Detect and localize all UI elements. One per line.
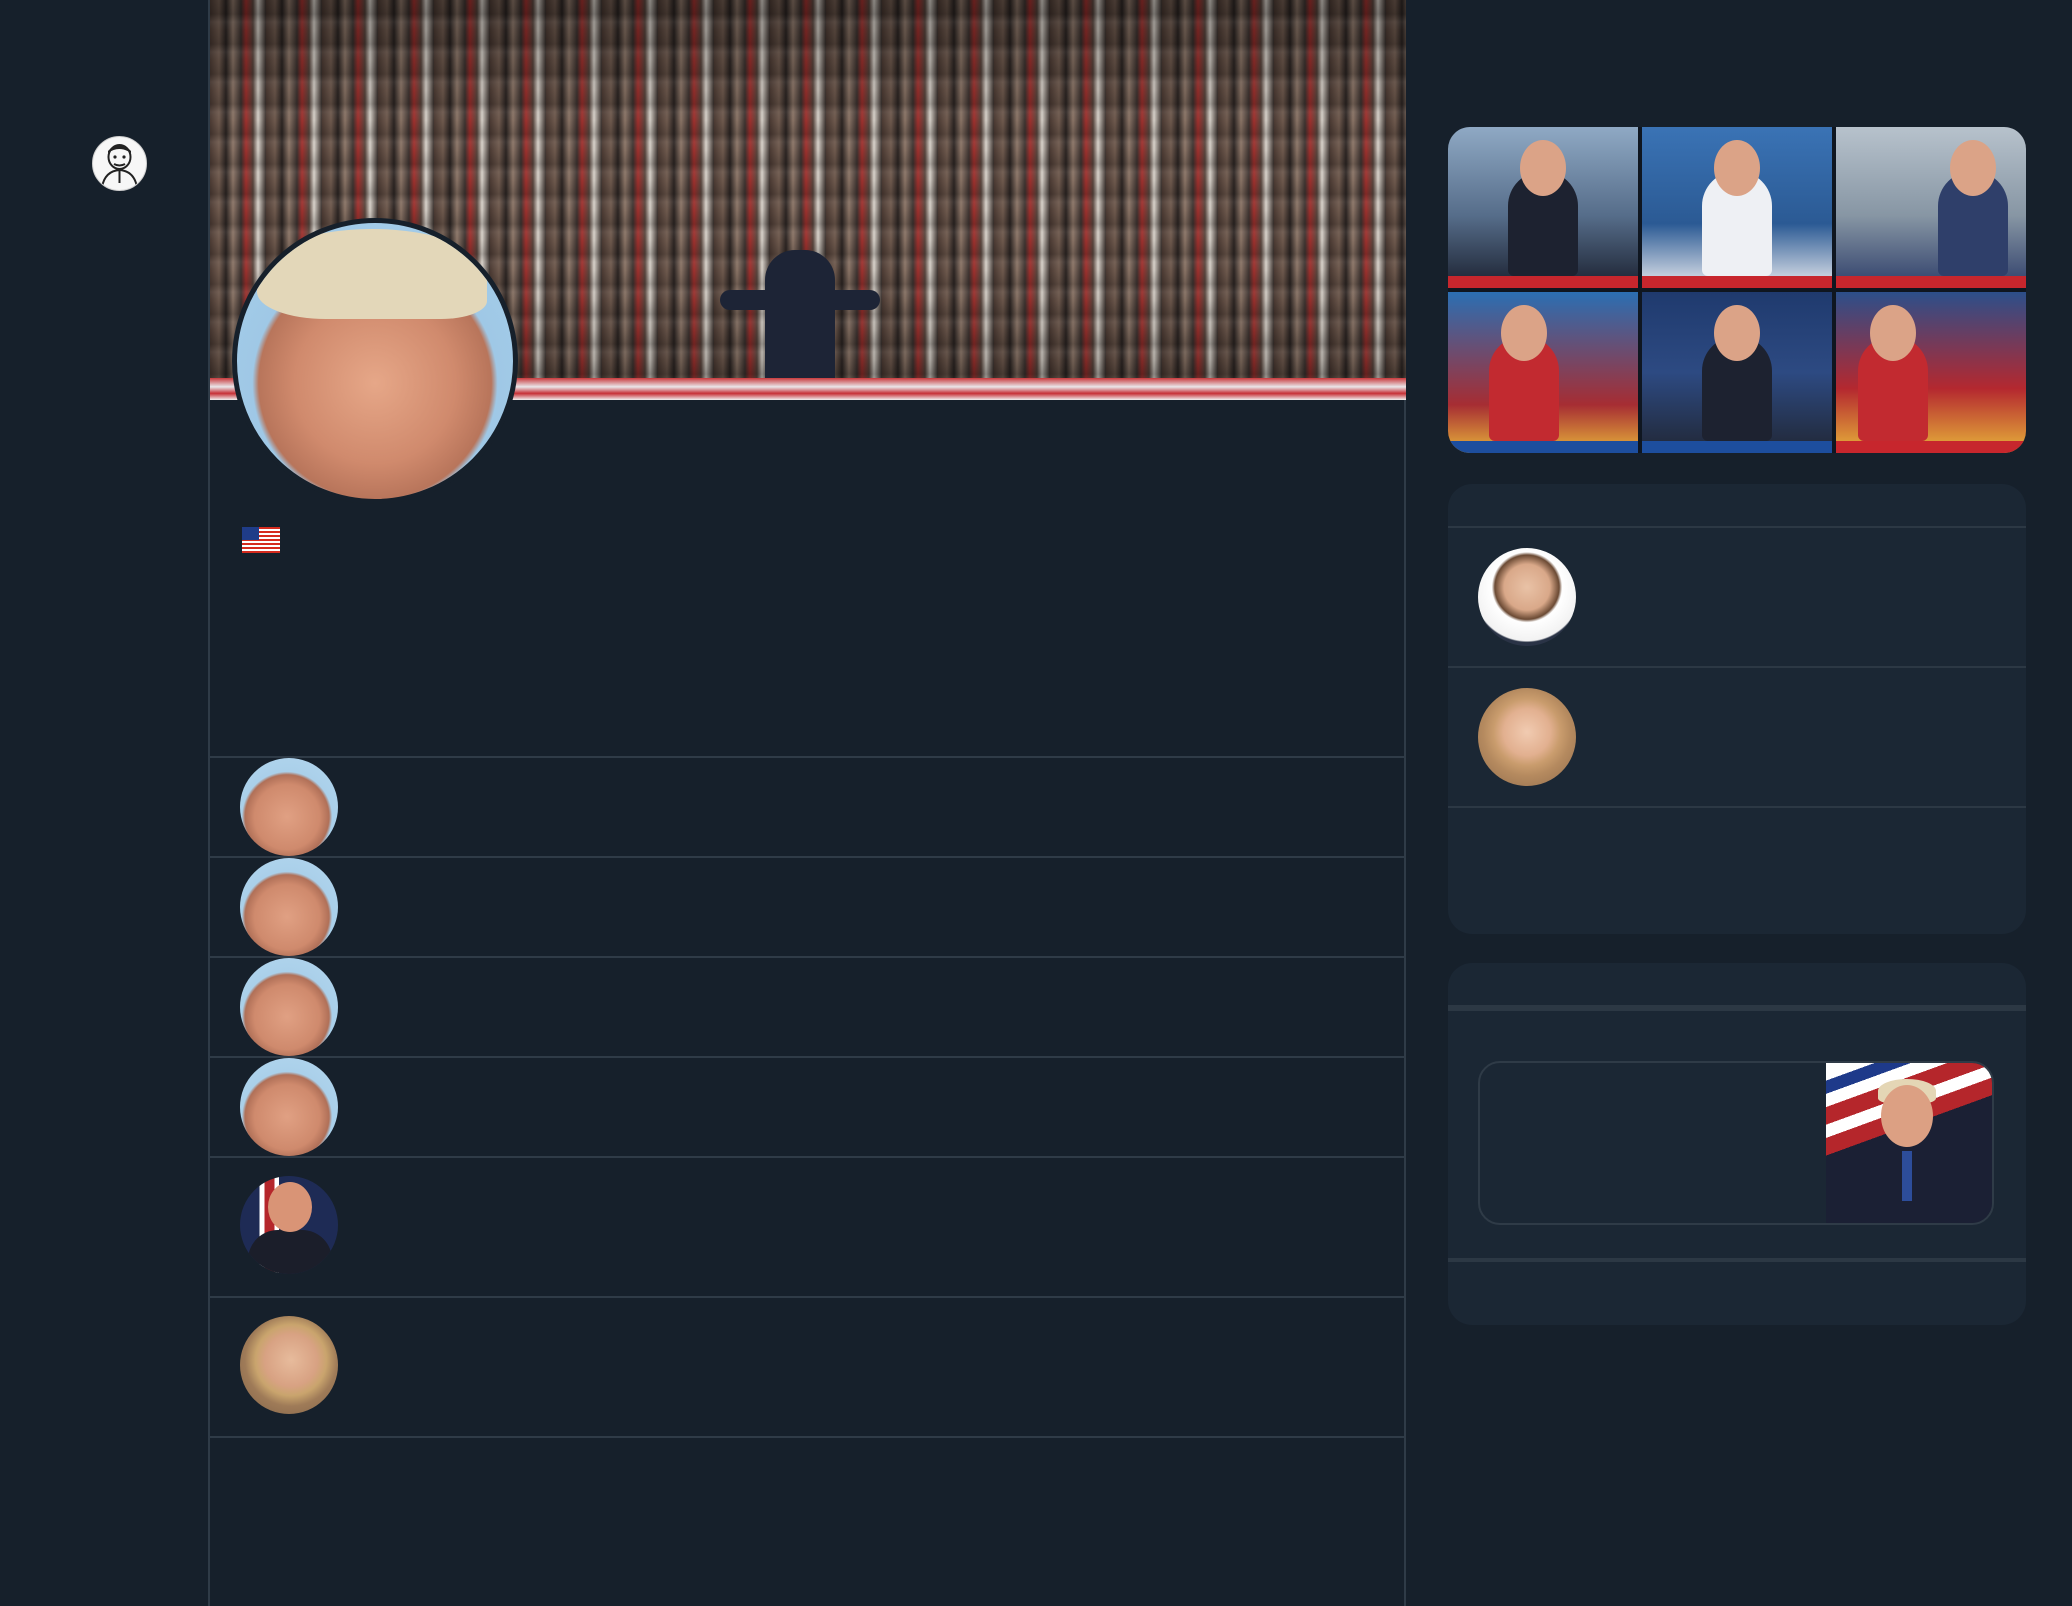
tweet-row[interactable] xyxy=(210,756,1406,856)
card-header xyxy=(1448,963,2026,1011)
tweet-avatar[interactable] xyxy=(240,858,338,956)
avatar-face xyxy=(268,1182,312,1232)
anchor-head xyxy=(1714,305,1760,361)
follow-suggestion[interactable] xyxy=(1448,668,2026,808)
profile-column xyxy=(208,0,1406,1606)
avatar-suit xyxy=(248,1230,332,1274)
chyron-bar xyxy=(1836,441,2026,453)
chyron-bar xyxy=(1448,276,1638,288)
media-thumbnail[interactable] xyxy=(1448,292,1638,453)
right-column xyxy=(1448,0,2026,1606)
avatar-hair xyxy=(257,229,487,319)
profile-avatar[interactable] xyxy=(232,218,518,504)
tweet-row[interactable] xyxy=(210,856,1406,956)
anchor-head xyxy=(1949,140,1996,196)
chyron-bar xyxy=(1642,276,1832,288)
tweet-avatar[interactable] xyxy=(240,758,338,856)
media-thumbnail[interactable] xyxy=(1836,292,2026,453)
app-logo-icon[interactable] xyxy=(92,136,147,191)
whats-happening-card xyxy=(1448,963,2026,1325)
card-divider xyxy=(1448,1258,2026,1262)
flag-canton xyxy=(242,527,259,540)
left-sidebar xyxy=(0,0,208,1606)
chyron-bar xyxy=(1642,441,1832,453)
chyron-bar xyxy=(1448,441,1638,453)
tweet-avatar[interactable] xyxy=(240,1316,338,1414)
suggestion-avatar[interactable] xyxy=(1478,548,1576,646)
suggestion-avatar[interactable] xyxy=(1478,688,1576,786)
feed-divider xyxy=(210,1436,1406,1438)
tweet-row[interactable] xyxy=(210,956,1406,1056)
tweet-row[interactable] xyxy=(210,1156,1406,1296)
news-thumbnail xyxy=(1826,1063,1992,1223)
anchor-head xyxy=(1714,140,1760,196)
tweet-row[interactable] xyxy=(210,1296,1406,1436)
thumbnail-face xyxy=(1881,1085,1933,1147)
tweet-avatar[interactable] xyxy=(240,1058,338,1156)
media-thumbnail[interactable] xyxy=(1836,127,2026,288)
who-to-follow-card xyxy=(1448,484,2026,934)
tweet-feed xyxy=(210,756,1406,1438)
cartoon-portrait-icon xyxy=(93,137,146,190)
anchor-head xyxy=(1870,305,1916,361)
us-flag-icon xyxy=(242,527,280,553)
media-grid xyxy=(1448,127,2026,453)
media-thumbnail[interactable] xyxy=(1642,292,1832,453)
thumbnail-tie xyxy=(1902,1151,1912,1201)
chyron-bar xyxy=(1836,276,2026,288)
card-header xyxy=(1448,484,2026,528)
media-thumbnail[interactable] xyxy=(1448,127,1638,288)
anchor-head xyxy=(1520,140,1566,196)
tweet-avatar[interactable] xyxy=(240,958,338,1056)
tweet-avatar[interactable] xyxy=(240,1176,338,1274)
follow-suggestion[interactable] xyxy=(1448,528,2026,668)
news-item[interactable] xyxy=(1478,1061,1994,1225)
media-thumbnail[interactable] xyxy=(1642,127,1832,288)
tweet-row[interactable] xyxy=(210,1056,1406,1156)
anchor-head xyxy=(1501,305,1547,361)
